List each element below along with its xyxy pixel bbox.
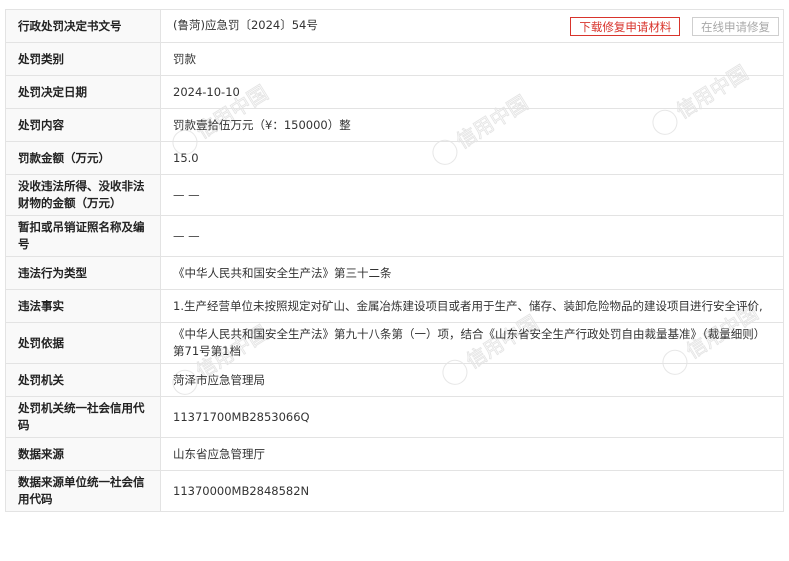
table-row: 处罚决定日期 2024-10-10 bbox=[5, 75, 784, 109]
row-value: — — bbox=[160, 215, 784, 257]
table-row: 罚款金额（万元） 15.0 bbox=[5, 141, 784, 175]
row-value: 《中华人民共和国安全生产法》第三十二条 bbox=[160, 256, 784, 290]
table-row: 处罚机关 菏泽市应急管理局 bbox=[5, 363, 784, 397]
download-repair-materials-button[interactable]: 下载修复申请材料 bbox=[570, 16, 681, 36]
row-value: (鲁菏)应急罚〔2024〕54号 下载修复申请材料 在线申请修复 bbox=[160, 9, 784, 43]
row-label: 处罚依据 bbox=[5, 322, 161, 364]
action-buttons: 下载修复申请材料 在线申请修复 bbox=[562, 16, 779, 36]
row-value: 菏泽市应急管理局 bbox=[160, 363, 784, 397]
table-row: 处罚类别 罚款 bbox=[5, 42, 784, 76]
table-row: 数据来源 山东省应急管理厅 bbox=[5, 437, 784, 471]
row-value: 《中华人民共和国安全生产法》第九十八条第（一）项，结合《山东省安全生产行政处罚自… bbox=[160, 322, 784, 364]
row-label: 没收违法所得、没收非法财物的金额（万元） bbox=[5, 174, 161, 216]
row-value: 山东省应急管理厅 bbox=[160, 437, 784, 471]
row-label: 行政处罚决定书文号 bbox=[5, 9, 161, 43]
table-row: 行政处罚决定书文号 (鲁菏)应急罚〔2024〕54号 下载修复申请材料 在线申请… bbox=[5, 9, 784, 43]
row-value: — — bbox=[160, 174, 784, 216]
penalty-info-table: 行政处罚决定书文号 (鲁菏)应急罚〔2024〕54号 下载修复申请材料 在线申请… bbox=[5, 9, 784, 512]
row-value: 罚款 bbox=[160, 42, 784, 76]
row-value: 2024-10-10 bbox=[160, 75, 784, 109]
online-repair-apply-button[interactable]: 在线申请修复 bbox=[692, 16, 779, 36]
row-label: 暂扣或吊销证照名称及编号 bbox=[5, 215, 161, 257]
table-row: 处罚内容 罚款壹拾伍万元（¥：150000）整 bbox=[5, 108, 784, 142]
row-label: 违法行为类型 bbox=[5, 256, 161, 290]
row-value: 1.生产经营单位未按照规定对矿山、金属冶炼建设项目或者用于生产、储存、装卸危险物… bbox=[160, 289, 784, 323]
row-label: 处罚机关 bbox=[5, 363, 161, 397]
row-label: 处罚内容 bbox=[5, 108, 161, 142]
table-row: 处罚依据 《中华人民共和国安全生产法》第九十八条第（一）项，结合《山东省安全生产… bbox=[5, 322, 784, 364]
row-value: 罚款壹拾伍万元（¥：150000）整 bbox=[160, 108, 784, 142]
table-row: 没收违法所得、没收非法财物的金额（万元） — — bbox=[5, 174, 784, 216]
table-row: 违法行为类型 《中华人民共和国安全生产法》第三十二条 bbox=[5, 256, 784, 290]
table-row: 数据来源单位统一社会信用代码 11370000MB2848582N bbox=[5, 470, 784, 512]
row-label: 数据来源 bbox=[5, 437, 161, 471]
decision-number: (鲁菏)应急罚〔2024〕54号 bbox=[173, 17, 318, 32]
table-row: 违法事实 1.生产经营单位未按照规定对矿山、金属冶炼建设项目或者用于生产、储存、… bbox=[5, 289, 784, 323]
row-label: 处罚机关统一社会信用代码 bbox=[5, 396, 161, 438]
row-value: 15.0 bbox=[160, 141, 784, 175]
row-label: 处罚类别 bbox=[5, 42, 161, 76]
row-label: 处罚决定日期 bbox=[5, 75, 161, 109]
row-label: 违法事实 bbox=[5, 289, 161, 323]
row-value: 11371700MB2853066Q bbox=[160, 396, 784, 438]
row-value: 11370000MB2848582N bbox=[160, 470, 784, 512]
row-label: 数据来源单位统一社会信用代码 bbox=[5, 470, 161, 512]
row-label: 罚款金额（万元） bbox=[5, 141, 161, 175]
table-row: 处罚机关统一社会信用代码 11371700MB2853066Q bbox=[5, 396, 784, 438]
table-row: 暂扣或吊销证照名称及编号 — — bbox=[5, 215, 784, 257]
